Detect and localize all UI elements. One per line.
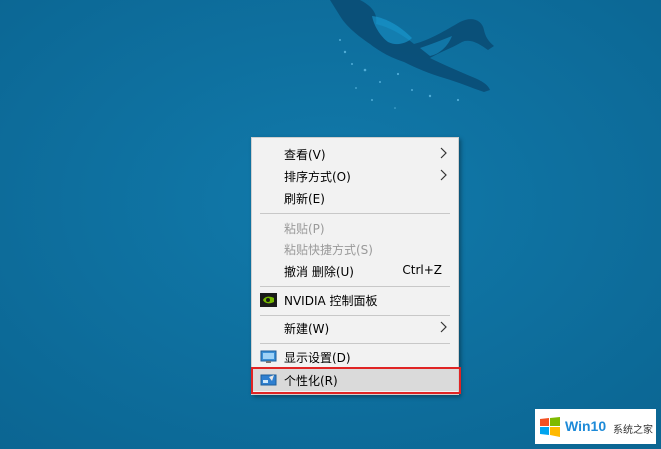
menu-item-label: 查看(V) (284, 148, 326, 162)
windows-logo-icon (540, 417, 560, 437)
menu-item-shortcut: Ctrl+Z (402, 263, 442, 277)
menu-separator (260, 315, 450, 316)
watermark-brand: Win10 (565, 418, 607, 434)
menu-item-label: 粘贴(P) (284, 222, 325, 236)
menu-item-paste-shortcut[interactable]: 粘贴快捷方式(S) (252, 238, 458, 260)
menu-item-label: 撤消 删除(U) (284, 265, 354, 279)
menu-separator (260, 343, 450, 344)
menu-item-label: NVIDIA 控制面板 (284, 294, 378, 308)
display-settings-icon (260, 350, 277, 363)
menu-item-nvidia-control-panel[interactable]: NVIDIA 控制面板 (252, 289, 458, 311)
menu-item-label: 显示设置(D) (284, 351, 351, 365)
chevron-right-icon (440, 147, 447, 159)
nvidia-icon (260, 293, 277, 307)
watermark-subtitle: 系统之家 (613, 425, 653, 436)
chevron-right-icon (440, 321, 447, 333)
menu-item-undo-delete[interactable]: 撤消 删除(U) Ctrl+Z (252, 260, 458, 282)
menu-item-label: 粘贴快捷方式(S) (284, 243, 373, 257)
menu-item-view[interactable]: 查看(V) (252, 143, 458, 165)
watermark-badge: Win10 系统之家 (535, 409, 656, 444)
menu-separator (260, 286, 450, 287)
desktop-context-menu: 查看(V) 排序方式(O) 刷新(E) 粘贴(P) 粘贴快捷方式(S) 撤消 删… (251, 137, 459, 395)
chevron-right-icon (440, 169, 447, 181)
menu-item-refresh[interactable]: 刷新(E) (252, 187, 458, 209)
menu-item-label: 刷新(E) (284, 192, 325, 206)
menu-separator (260, 213, 450, 214)
menu-item-label: 排序方式(O) (284, 170, 351, 184)
menu-item-label: 新建(W) (284, 322, 330, 336)
menu-item-paste[interactable]: 粘贴(P) (252, 217, 458, 239)
menu-item-new[interactable]: 新建(W) (252, 317, 458, 339)
menu-item-sort-by[interactable]: 排序方式(O) (252, 165, 458, 187)
highlight-annotation-box (251, 367, 461, 394)
menu-item-display-settings[interactable]: 显示设置(D) (252, 346, 458, 368)
